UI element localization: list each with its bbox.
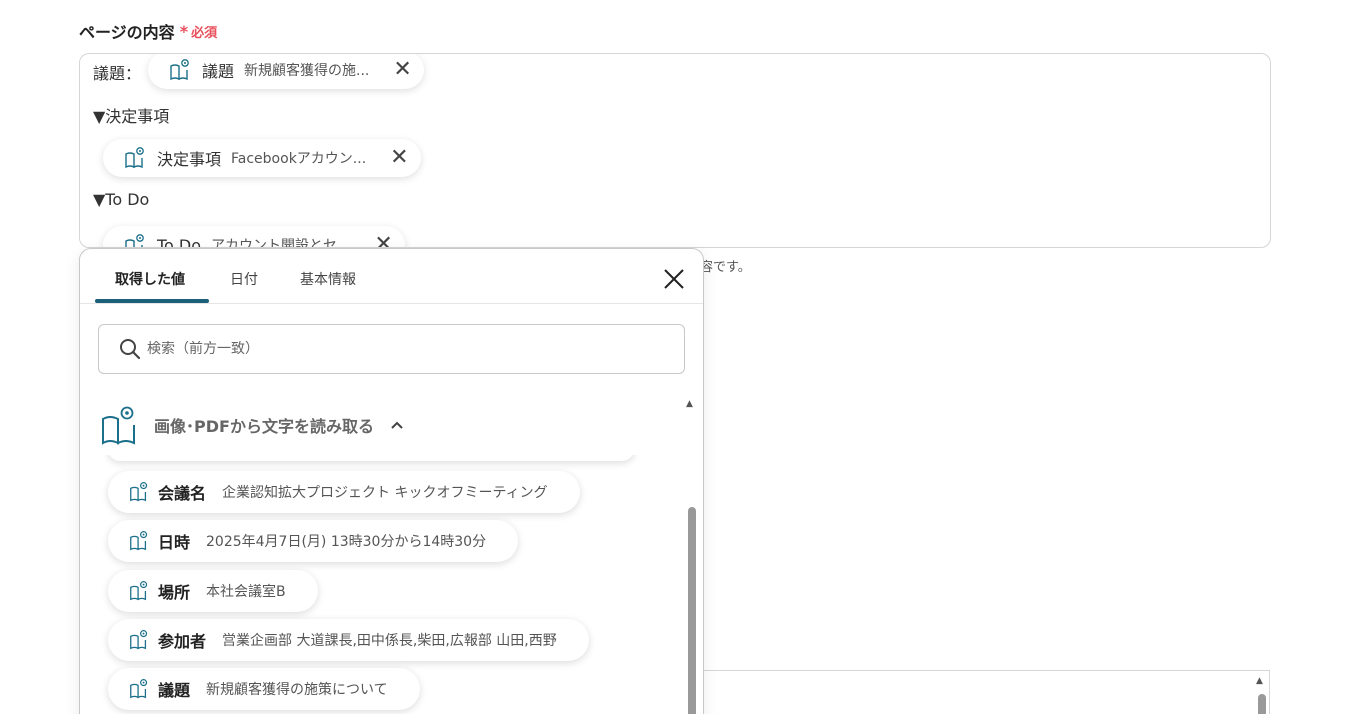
remove-chip-icon[interactable]: ✕ bbox=[393, 59, 411, 81]
editor-chip-topic[interactable]: 議題 新規顧客獲得の施... ✕ bbox=[148, 54, 424, 89]
list-item[interactable]: 場所 本社会議室B bbox=[108, 570, 318, 612]
scroll-up-arrow-icon[interactable]: ▲ bbox=[1256, 676, 1263, 686]
editor-line-decisions: ▼決定事項 bbox=[93, 107, 170, 126]
value-list: 会議名 企業認知拡大プロジェクト キックオフミーティング 日時 2025年4月7… bbox=[80, 455, 685, 714]
book-eye-icon bbox=[125, 234, 144, 247]
chip-value: Facebookアカウン... bbox=[231, 151, 367, 167]
item-name: 日時 bbox=[158, 533, 191, 552]
list-item-partial[interactable] bbox=[108, 455, 634, 461]
item-name: 参加者 bbox=[158, 632, 207, 651]
list-item[interactable]: 日時 2025年4月7日(月) 13時30分から14時30分 bbox=[108, 520, 519, 562]
remove-chip-icon[interactable]: ✕ bbox=[374, 234, 392, 248]
search-input[interactable] bbox=[147, 341, 667, 357]
tab-basic-info[interactable]: 基本情報 bbox=[300, 269, 356, 289]
item-name: 場所 bbox=[158, 583, 191, 602]
picker-tabs: 取得した値 日付 基本情報 bbox=[80, 249, 703, 304]
book-eye-icon bbox=[170, 59, 189, 81]
editor-line-todo: ▼To Do bbox=[93, 190, 150, 209]
chip-value: アカウント開設とセ... bbox=[211, 238, 351, 248]
active-tab-indicator bbox=[95, 299, 209, 303]
search-icon bbox=[120, 339, 141, 360]
item-name: 会議名 bbox=[158, 484, 207, 503]
required-star: * bbox=[179, 21, 189, 41]
chip-value: 新規顧客獲得の施... bbox=[244, 63, 370, 79]
group-title: 画像･PDFから文字を読み取る bbox=[154, 417, 374, 436]
list-item[interactable]: 議題 新規顧客獲得の施策について bbox=[108, 668, 420, 710]
scrollbar-thumb[interactable] bbox=[688, 507, 696, 714]
close-icon[interactable] bbox=[663, 268, 685, 290]
chevron-up-icon[interactable] bbox=[390, 418, 404, 432]
item-value: 新規顧客獲得の施策について bbox=[206, 682, 388, 698]
item-value: 本社会議室B bbox=[206, 584, 286, 600]
search-box[interactable] bbox=[98, 324, 685, 374]
editor-chip-decisions[interactable]: 決定事項 Facebookアカウン... ✕ bbox=[103, 139, 421, 177]
scrollbar-thumb[interactable] bbox=[1258, 694, 1266, 714]
list-item[interactable]: 会議名 企業認知拡大プロジェクト キックオフミーティング bbox=[108, 471, 580, 513]
next-field-box[interactable] bbox=[690, 670, 1270, 714]
chip-name: To Do bbox=[157, 235, 202, 248]
remove-chip-icon[interactable]: ✕ bbox=[390, 147, 408, 169]
value-picker-panel: 取得した値 日付 基本情報 ▲ 画像･PDFから文字を読み取る 会議名 企業認知… bbox=[79, 248, 704, 714]
chip-name: 決定事項 bbox=[157, 150, 222, 169]
tab-date[interactable]: 日付 bbox=[230, 269, 258, 289]
list-item[interactable]: 参加者 営業企画部 大道課長,田中係長,柴田,広報部 山田,西野 bbox=[108, 619, 589, 661]
field-label-text: ページの内容 bbox=[79, 23, 175, 42]
book-eye-icon bbox=[130, 630, 148, 650]
editor-line-topic: 議題： bbox=[93, 64, 142, 83]
chip-name: 議題 bbox=[202, 62, 235, 81]
field-label: ページの内容 * 必須 bbox=[79, 19, 217, 43]
book-eye-icon bbox=[102, 406, 135, 445]
required-text: 必須 bbox=[191, 25, 218, 41]
page-content-editor[interactable]: 議題： 議題 新規顧客獲得の施... ✕ ▼決定事項 決定事項 Facebook… bbox=[79, 53, 1271, 248]
tab-acquired-values[interactable]: 取得した値 bbox=[115, 269, 185, 289]
item-value: 2025年4月7日(月) 13時30分から14時30分 bbox=[206, 534, 487, 550]
item-name: 議題 bbox=[158, 681, 191, 700]
help-text: 容です。 bbox=[700, 260, 751, 275]
book-eye-icon bbox=[130, 482, 148, 502]
item-value: 営業企画部 大道課長,田中係長,柴田,広報部 山田,西野 bbox=[222, 633, 557, 649]
book-eye-icon bbox=[125, 147, 144, 169]
book-eye-icon bbox=[130, 581, 148, 601]
editor-chip-todo[interactable]: To Do アカウント開設とセ... ✕ bbox=[103, 226, 405, 248]
book-eye-icon bbox=[130, 531, 148, 551]
group-header-ocr[interactable]: 画像･PDFから文字を読み取る bbox=[100, 405, 404, 445]
item-value: 企業認知拡大プロジェクト キックオフミーティング bbox=[222, 485, 548, 501]
book-eye-icon bbox=[130, 679, 148, 699]
scroll-up-arrow-icon[interactable]: ▲ bbox=[686, 399, 693, 409]
